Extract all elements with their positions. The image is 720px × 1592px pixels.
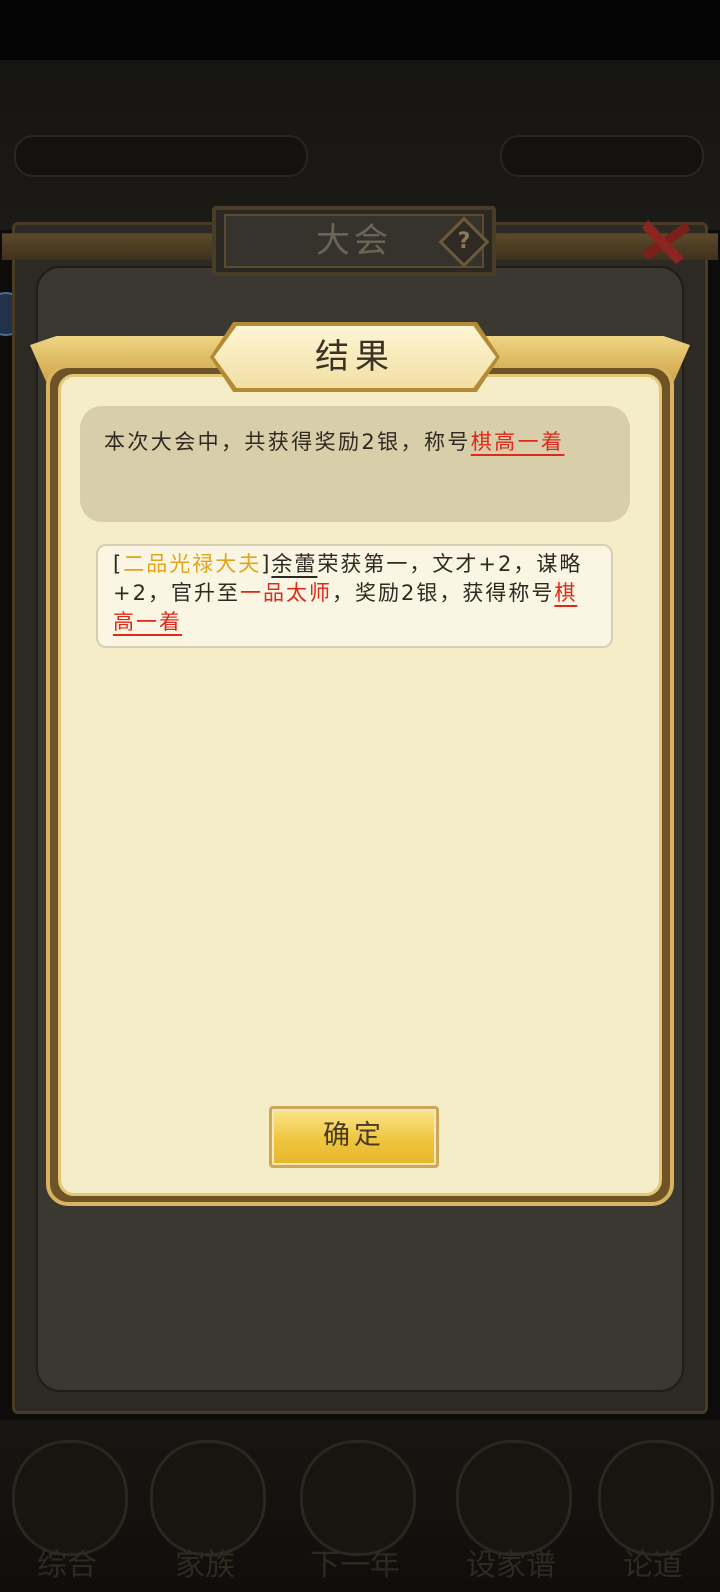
help-icon-glyph: ? bbox=[457, 229, 471, 254]
status-bar bbox=[0, 0, 720, 60]
log-rank: 二品光禄大夫 bbox=[123, 552, 262, 576]
background-nav-icon bbox=[300, 1440, 416, 1556]
summary-title-award[interactable]: 棋高一着 bbox=[471, 430, 565, 454]
background-resource-bar bbox=[500, 135, 704, 177]
log-close-bracket: ] bbox=[261, 552, 272, 576]
summary-text-main: 本次大会中，共获得奖励2银，称号 bbox=[104, 430, 471, 454]
background-nav-label: 家族 bbox=[175, 1548, 235, 1583]
result-log-text: [二品光禄大夫]余蕾荣获第一，文才+2，谋略+2，官升至一品太师，奖励2银，获得… bbox=[113, 550, 599, 637]
dialog-title: 结果 bbox=[315, 337, 395, 377]
log-person-name[interactable]: 余蕾 bbox=[271, 552, 317, 576]
background-nav-label: 论道 bbox=[623, 1548, 683, 1583]
summary-text: 本次大会中，共获得奖励2银，称号棋高一着 bbox=[104, 424, 608, 460]
background-nav-label: 综合 bbox=[37, 1548, 97, 1583]
background-nav-label: 设家谱 bbox=[466, 1548, 556, 1583]
background-resource-bar bbox=[14, 135, 308, 177]
background-nav-icon bbox=[598, 1440, 714, 1556]
log-new-rank: 一品太师 bbox=[239, 581, 332, 605]
log-open-bracket: [ bbox=[113, 552, 124, 576]
close-icon[interactable] bbox=[634, 210, 694, 270]
background-nav-icon bbox=[12, 1440, 128, 1556]
background-nav-icon bbox=[456, 1440, 572, 1556]
log-text-2: ，奖励2银，获得称号 bbox=[331, 581, 555, 605]
background-nav-label: 下一年 bbox=[310, 1548, 400, 1583]
confirm-button[interactable] bbox=[269, 1106, 439, 1168]
background-nav-icon bbox=[150, 1440, 266, 1556]
